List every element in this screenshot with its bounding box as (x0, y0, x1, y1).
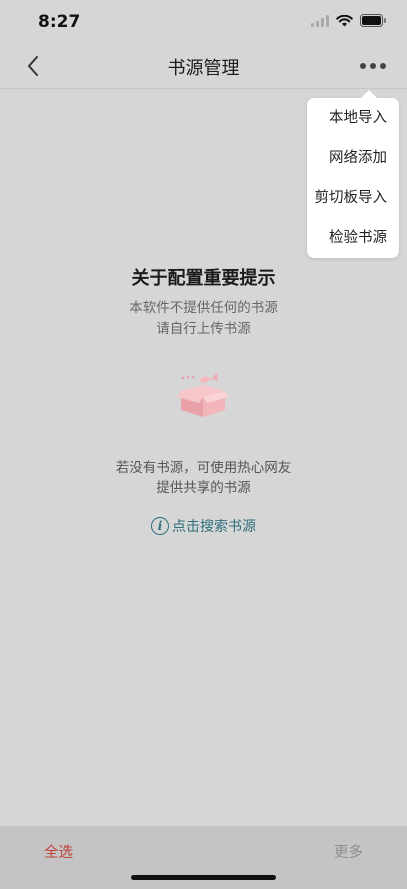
menu-item-verify-sources[interactable]: 检验书源 (307, 218, 399, 258)
hint-line-1: 若没有书源，可使用热心网友 (115, 460, 292, 476)
wifi-icon (336, 14, 353, 26)
notice-line-1: 本软件不提供任何的书源 (129, 300, 278, 316)
popup-menu: 本地导入 网络添加 剪切板导入 检验书源 (307, 90, 399, 258)
status-time: 8:27 (38, 12, 81, 32)
menu-item-network-add[interactable]: 网络添加 (307, 138, 399, 178)
info-icon: i (151, 517, 169, 535)
nav-bar: 书源管理 (0, 44, 407, 89)
signal-icon (311, 14, 329, 27)
page-title: 书源管理 (167, 58, 240, 79)
empty-box-icon (177, 371, 229, 421)
search-sources-link[interactable]: i 点击搜索书源 (0, 516, 407, 536)
select-all-button[interactable]: 全选 (44, 841, 73, 862)
more-menu-button[interactable] (359, 56, 387, 76)
notice-line-2: 请自行上传书源 (156, 321, 251, 337)
hint-line-2: 提供共享的书源 (156, 480, 251, 496)
menu-item-clipboard-import[interactable]: 剪切板导入 (307, 178, 399, 218)
bottom-toolbar: 全选 更多 (0, 826, 407, 889)
status-icons (311, 14, 387, 27)
search-sources-label: 点击搜索书源 (172, 519, 256, 535)
ellipsis-icon (360, 63, 386, 69)
menu-item-local-import[interactable]: 本地导入 (307, 98, 399, 138)
home-indicator (131, 875, 276, 880)
battery-icon (360, 14, 386, 27)
popup-arrow (361, 90, 377, 98)
status-bar: 8:27 (0, 0, 407, 44)
more-button[interactable]: 更多 (334, 841, 363, 862)
notice-title: 关于配置重要提示 (131, 268, 276, 289)
